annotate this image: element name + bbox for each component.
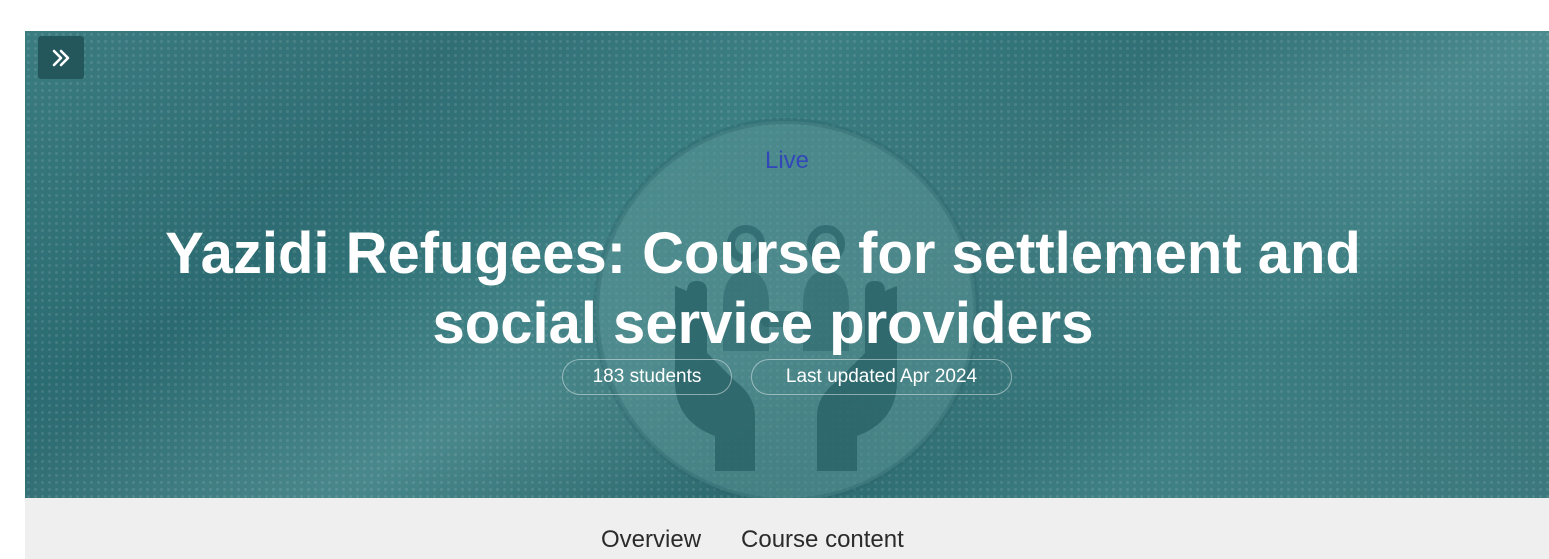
course-title: Yazidi Refugees: Course for settlement a… (165, 221, 1361, 356)
course-hero-banner: Live Yazidi Refugees: Course for settlem… (25, 31, 1549, 498)
course-meta-badges: 183 students Last updated Apr 2024 (25, 359, 1549, 395)
last-updated-badge: Last updated Apr 2024 (751, 359, 1012, 395)
course-page: Live Yazidi Refugees: Course for settlem… (0, 0, 1549, 559)
tab-course-content[interactable]: Course content (741, 526, 904, 554)
tab-overview[interactable]: Overview (601, 526, 701, 554)
double-chevron-right-icon (52, 49, 70, 66)
course-tabs: Overview Course content (601, 526, 904, 554)
course-status-label: Live (764, 147, 810, 174)
students-count-badge: 183 students (562, 359, 732, 395)
course-tabs-bar: Overview Course content (25, 498, 1549, 559)
expand-sidebar-button[interactable] (38, 36, 84, 79)
